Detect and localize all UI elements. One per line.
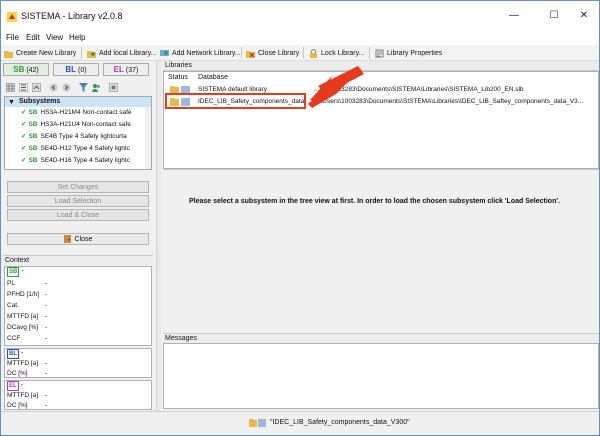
menu-view[interactable]: View xyxy=(46,33,63,42)
app-logo-icon xyxy=(7,12,17,22)
context-row: MTTFD [a] - xyxy=(7,313,48,320)
panel-splitter[interactable] xyxy=(156,61,161,411)
app-window: SISTEMA - Library v2.0.8 — ☐ ✕ File Edit… xyxy=(0,0,600,436)
set-changes-button[interactable]: Set Changes xyxy=(7,181,149,193)
info-area: Please select a subsystem in the tree vi… xyxy=(163,169,599,333)
add-local-library-button[interactable]: Add local Library... xyxy=(87,47,156,59)
check-icon: ✔ xyxy=(21,109,27,116)
subsystem-tree[interactable]: ▼ Subsystems ✔ SB HS3A-H21M4 Non-contact s… xyxy=(4,96,152,170)
right-panel: Libraries Status Database SISTEMA defaul… xyxy=(163,61,599,411)
tree-item[interactable]: ✔ SB SE4B Type 4 Safety lightcurta xyxy=(21,132,127,142)
context-row: DC [%] - xyxy=(7,370,48,377)
messages-box xyxy=(163,343,599,409)
library-status-icon xyxy=(249,419,266,427)
lock-library-button[interactable]: Lock Library... xyxy=(309,47,364,59)
check-icon: ✔ xyxy=(21,145,27,152)
context-el-tag: EL - xyxy=(7,381,23,391)
highlight-box xyxy=(165,93,306,109)
toolbar: Create New Library Add local Library... … xyxy=(1,45,599,61)
check-icon: ✔ xyxy=(21,157,27,164)
create-library-button[interactable]: Create New Library xyxy=(4,47,76,59)
column-database[interactable]: Database xyxy=(198,74,228,81)
toolbar-separator xyxy=(81,47,82,59)
tree-item[interactable]: ✔ SB SE4D-H16 Type 4 Safety lightc xyxy=(21,156,130,166)
collapse-arrow-icon[interactable]: ▼ xyxy=(8,98,15,108)
column-status[interactable]: Status xyxy=(168,74,188,81)
maximize-button[interactable]: ☐ xyxy=(541,7,567,25)
list-icon[interactable] xyxy=(19,83,28,92)
context-row: DC [%] - xyxy=(7,402,48,409)
tab-bl[interactable]: BL (0) xyxy=(53,63,99,76)
close-library-icon xyxy=(246,50,255,58)
title-bar: SISTEMA - Library v2.0.8 — ☐ ✕ xyxy=(1,1,599,31)
tree-scrollbar[interactable] xyxy=(145,107,151,169)
context-el-box: EL - MTTFD [a] - DC [%] - xyxy=(4,380,152,410)
context-row: MTTFD [a] - xyxy=(7,360,48,367)
check-icon: ✔ xyxy=(21,121,27,128)
load-selection-button[interactable]: Load Selection xyxy=(7,195,149,207)
context-row: Cat. - xyxy=(7,302,48,309)
context-sb-box: SB - PL - PFHD [1/h] - Cat. - MTTFD [a] - DC… xyxy=(4,266,152,346)
context-row: PFHD [1/h] - xyxy=(7,291,48,298)
red-arrow-icon xyxy=(308,66,364,108)
context-sb-tag: SB - xyxy=(7,267,24,277)
library-properties-button[interactable]: Library Properties xyxy=(375,47,442,59)
status-library: "IDEC_LIB_Safety_components_data_V300" xyxy=(249,418,410,427)
messages-header: Messages xyxy=(163,333,599,343)
libraries-table: Status Database SISTEMA default library … xyxy=(163,66,599,169)
sort-icon[interactable] xyxy=(32,83,41,92)
libraries-header: Libraries xyxy=(163,61,599,71)
filter-icon[interactable] xyxy=(79,83,88,92)
tree-toolbar xyxy=(3,81,153,95)
tree-item[interactable]: ✔ SB HS3A-H21U4 Non-contact safe xyxy=(21,120,131,130)
menu-edit[interactable]: Edit xyxy=(26,33,40,42)
users-icon[interactable] xyxy=(92,83,101,92)
status-bar: "IDEC_LIB_Safety_components_data_V300" xyxy=(1,411,599,435)
back-icon[interactable] xyxy=(49,83,58,92)
close-window-button[interactable]: ✕ xyxy=(571,7,597,25)
close-button[interactable]: Close xyxy=(7,233,149,245)
add-network-library-button[interactable]: Add Network Library... xyxy=(160,47,241,59)
menu-file[interactable]: File xyxy=(6,33,19,42)
minimize-button[interactable]: — xyxy=(501,7,527,25)
toolbar-separator xyxy=(303,47,304,59)
add-local-icon xyxy=(87,50,96,58)
new-folder-icon xyxy=(4,50,13,58)
left-panel: SB (42) BL (0) EL (37) ▼ Subsystems ✔ SB… xyxy=(2,61,154,411)
tree-item[interactable]: ✔ SB SE4D-H12 Type 4 Safety lightc xyxy=(21,144,130,154)
info-message: Please select a subsystem in the tree vi… xyxy=(189,198,560,205)
settings-icon[interactable] xyxy=(109,83,118,92)
tree-header-subsystems[interactable]: ▼ Subsystems xyxy=(5,97,151,107)
window-title: SISTEMA - Library v2.0.8 xyxy=(21,11,123,21)
add-network-icon xyxy=(160,49,169,56)
forward-icon[interactable] xyxy=(62,83,71,92)
context-bl-tag: BL - xyxy=(7,349,24,359)
context-row: CCF - xyxy=(7,335,48,342)
context-row: PL - xyxy=(7,280,48,287)
load-close-button[interactable]: Load & Close xyxy=(7,209,149,221)
toolbar-separator xyxy=(369,47,370,59)
tree-item[interactable]: ✔ SB HS3A-H21M4 Non-contact safe xyxy=(21,108,132,118)
lock-icon xyxy=(310,48,317,58)
tab-el[interactable]: EL (37) xyxy=(103,63,149,76)
check-icon: ✔ xyxy=(21,133,27,140)
context-row: MTTFD [a] - xyxy=(7,392,48,399)
door-icon xyxy=(63,235,71,243)
type-tabs: SB (42) BL (0) EL (37) xyxy=(3,63,153,77)
close-library-button[interactable]: Close Library xyxy=(246,47,299,59)
tab-sb[interactable]: SB (42) xyxy=(3,63,49,76)
toolbar-separator xyxy=(241,47,242,59)
context-row: DCavg [%] - xyxy=(7,324,48,331)
menu-bar: File Edit View Help xyxy=(1,31,599,45)
grid-icon[interactable] xyxy=(6,83,15,92)
context-bl-box: BL - MTTFD [a] - DC [%] - xyxy=(4,348,152,378)
menu-help[interactable]: Help xyxy=(69,33,85,42)
context-header: Context xyxy=(3,255,153,265)
properties-icon xyxy=(375,49,384,57)
